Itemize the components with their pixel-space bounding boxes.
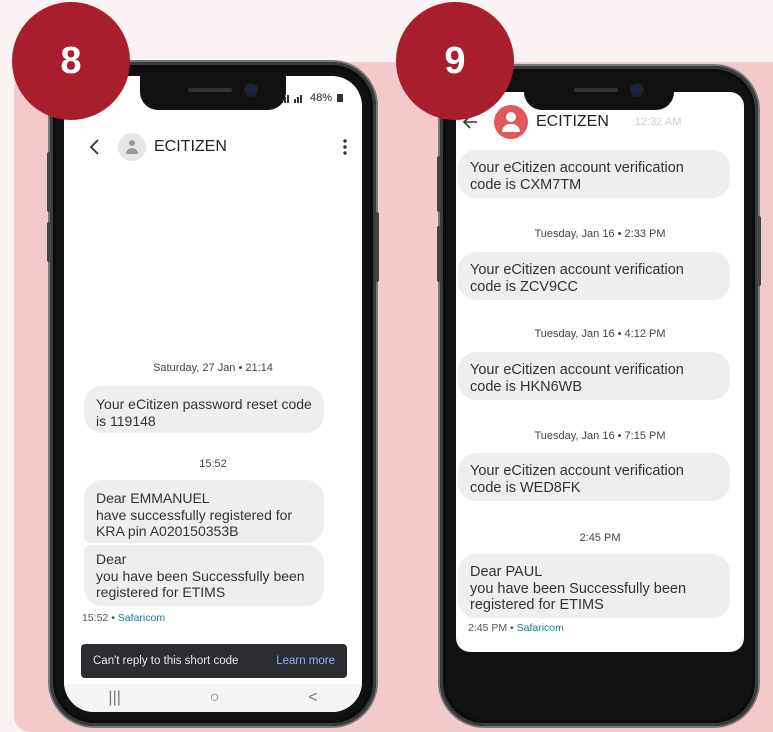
back-arrow-icon[interactable]	[88, 138, 102, 156]
screen: 36 48% ECITIZEN Saturday, 27 Jan • 2	[64, 76, 362, 712]
more-vert-icon[interactable]	[342, 138, 348, 156]
message-time: 2:45 PM	[468, 622, 508, 634]
date-separator: 15:52	[199, 458, 227, 470]
contact-name: ECITIZEN	[154, 138, 227, 155]
recents-button[interactable]: |||	[108, 689, 120, 707]
battery-percent: 48%	[310, 92, 333, 104]
screen: ECITIZEN 12:32 AM Your eCitizen account …	[456, 92, 744, 652]
snackbar: Can't reply to this short code Learn mor…	[81, 644, 347, 678]
volume-button	[437, 156, 441, 212]
phone-9: ECITIZEN 12:32 AM Your eCitizen account …	[437, 66, 761, 726]
volume-button	[437, 226, 441, 282]
learn-more-link[interactable]: Learn more	[276, 655, 335, 667]
message-meta: 15:52 • Safaricom	[82, 612, 166, 624]
date-separator: Tuesday, Jan 16 • 2:33 PM	[534, 228, 666, 240]
date-separator: Saturday, 27 Jan • 21:14	[153, 362, 273, 374]
contact-avatar-icon	[494, 105, 528, 139]
message-bubble[interactable]: Your eCitizen account verification code …	[458, 252, 730, 300]
power-button	[757, 216, 761, 286]
message-bubble[interactable]: Your eCitizen account verification code …	[458, 352, 730, 400]
home-button[interactable]: ○	[210, 689, 220, 707]
volume-button	[47, 152, 51, 212]
volume-button	[47, 222, 51, 262]
message-bubble[interactable]: Your eCitizen password reset code is 119…	[84, 386, 324, 433]
sim-label: Safaricom	[516, 622, 564, 634]
phone-notch	[140, 76, 286, 110]
date-separator: 2:45 PM	[579, 532, 621, 544]
snackbar-text: Can't reply to this short code	[93, 655, 239, 667]
date-separator: Tuesday, Jan 16 • 4:12 PM	[534, 328, 666, 340]
message-bubble[interactable]: Dear EMMANUEL have successfully register…	[84, 480, 324, 543]
conversation-header: ECITIZEN	[88, 130, 348, 164]
message-bubble[interactable]: Dear PAUL you have been Successfully bee…	[458, 554, 730, 618]
date-separator: Tuesday, Jan 16 • 7:15 PM	[534, 430, 666, 442]
message-meta: 2:45 PM • Safaricom	[468, 622, 564, 634]
phone-8: 36 48% ECITIZEN Saturday, 27 Jan • 2	[47, 62, 379, 726]
message-time: 15:52	[82, 612, 109, 624]
step-badge-9: 9	[396, 2, 514, 120]
back-button[interactable]: <	[308, 689, 317, 707]
sim-label: Safaricom	[117, 612, 166, 624]
message-bubble[interactable]: Dear you have been Successfully been reg…	[84, 545, 324, 606]
message-bubble[interactable]: Your eCitizen account verification code …	[458, 150, 730, 198]
faded-timestamp: 12:32 AM	[634, 116, 682, 128]
message-bubble[interactable]: Your eCitizen account verification code …	[458, 453, 730, 501]
step-badge-8: 8	[12, 2, 130, 120]
system-nav-bar: ||| ○ <	[64, 684, 362, 712]
battery-icon	[337, 94, 344, 102]
phone-notch	[524, 76, 674, 110]
power-button	[375, 212, 379, 282]
contact-avatar-icon	[118, 133, 146, 161]
contact-name: ECITIZEN	[536, 113, 609, 130]
